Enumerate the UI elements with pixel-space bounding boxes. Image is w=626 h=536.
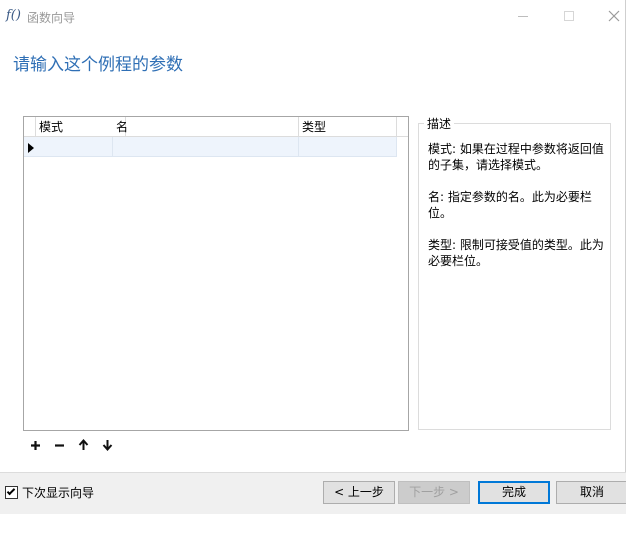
back-button[interactable]: < 上一步 <box>323 481 395 504</box>
description-text: 模式: 如果在过程中参数将返回值的子集，请选择模式。 名: 指定参数的名。此为必… <box>428 141 606 285</box>
show-wizard-label[interactable]: 下次显示向导 <box>22 484 94 501</box>
arrow-up-icon <box>78 439 88 450</box>
cancel-button[interactable]: 取消 <box>556 481 626 504</box>
plus-icon <box>30 440 40 450</box>
maximize-icon <box>564 11 574 21</box>
description-mode: 模式: 如果在过程中参数将返回值的子集，请选择模式。 <box>428 142 604 172</box>
description-name: 名: 指定参数的名。此为必要栏位。 <box>428 190 592 220</box>
function-wizard-window: f() 函数向导 请输入这个例程的参数 模式 名 类型 描述 模式: 如果在过程… <box>0 0 626 514</box>
page-title: 请输入这个例程的参数 <box>13 55 183 75</box>
minimize-button[interactable] <box>500 0 546 32</box>
function-icon: f() <box>6 8 21 23</box>
table-row[interactable] <box>24 137 397 157</box>
minus-icon <box>54 443 64 447</box>
column-header-name[interactable]: 名 <box>113 117 299 137</box>
maximize-button[interactable] <box>546 0 592 32</box>
cell-mode[interactable] <box>36 137 113 157</box>
row-selector-header <box>24 117 36 137</box>
column-header-type[interactable]: 类型 <box>299 117 397 137</box>
minimize-icon <box>518 15 528 17</box>
description-legend: 描述 <box>424 115 455 132</box>
close-button[interactable] <box>591 0 626 32</box>
close-icon <box>608 10 620 22</box>
next-button[interactable]: 下一步 > <box>398 481 470 504</box>
parameter-grid[interactable]: 模式 名 类型 <box>23 116 409 431</box>
title-bar: f() 函数向导 <box>0 0 626 32</box>
arrow-down-icon <box>102 440 112 451</box>
cell-name[interactable] <box>113 137 299 157</box>
window-title: 函数向导 <box>27 11 76 25</box>
move-down-button[interactable] <box>99 437 115 453</box>
show-wizard-checkbox[interactable] <box>5 486 18 499</box>
move-up-button[interactable] <box>75 437 91 453</box>
cell-type[interactable] <box>299 137 397 157</box>
description-type: 类型: 限制可接受值的类型。此为必要栏位。 <box>428 238 604 268</box>
add-parameter-button[interactable] <box>27 437 43 453</box>
remove-parameter-button[interactable] <box>51 437 67 453</box>
current-row-indicator-icon <box>28 143 34 153</box>
finish-button[interactable]: 完成 <box>478 481 550 504</box>
grid-header: 模式 名 类型 <box>24 117 408 137</box>
checkmark-icon <box>6 486 16 496</box>
